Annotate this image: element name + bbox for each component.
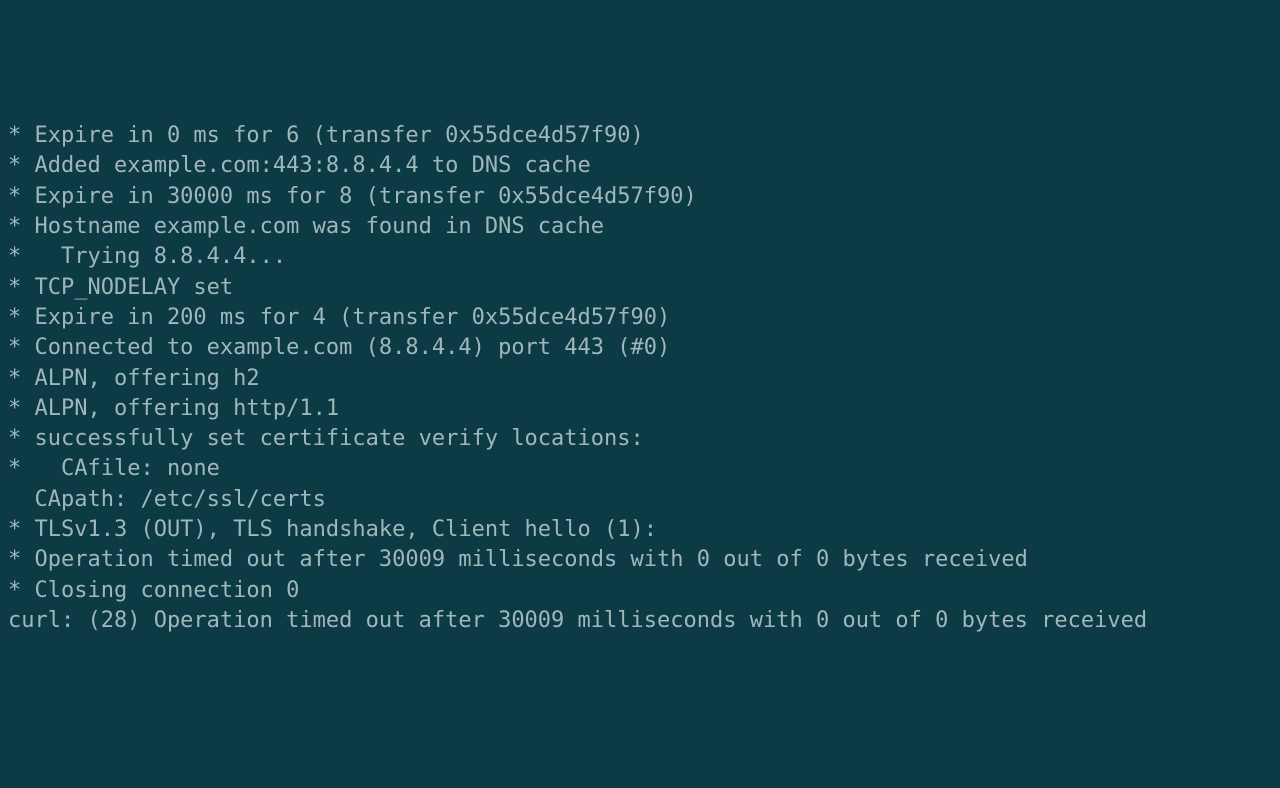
terminal-line: * ALPN, offering http/1.1 [8, 394, 1272, 424]
terminal-line: * TCP_NODELAY set [8, 273, 1272, 303]
terminal-line: * TLSv1.3 (OUT), TLS handshake, Client h… [8, 515, 1272, 545]
terminal-line: curl: (28) Operation timed out after 300… [8, 606, 1272, 636]
terminal-line: * Trying 8.8.4.4... [8, 242, 1272, 272]
terminal-line: * successfully set certificate verify lo… [8, 424, 1272, 454]
terminal-line: * Expire in 30000 ms for 8 (transfer 0x5… [8, 182, 1272, 212]
terminal-line: * ALPN, offering h2 [8, 364, 1272, 394]
terminal-line: * Expire in 0 ms for 6 (transfer 0x55dce… [8, 121, 1272, 151]
terminal-line: * Closing connection 0 [8, 576, 1272, 606]
terminal-line: * Connected to example.com (8.8.4.4) por… [8, 333, 1272, 363]
terminal-line: * Operation timed out after 30009 millis… [8, 545, 1272, 575]
terminal-line: CApath: /etc/ssl/certs [8, 485, 1272, 515]
terminal-output[interactable]: * Expire in 0 ms for 6 (transfer 0x55dce… [8, 121, 1272, 636]
terminal-line: * Hostname example.com was found in DNS … [8, 212, 1272, 242]
terminal-line: * Expire in 200 ms for 4 (transfer 0x55d… [8, 303, 1272, 333]
terminal-line: * CAfile: none [8, 454, 1272, 484]
terminal-line: * Added example.com:443:8.8.4.4 to DNS c… [8, 151, 1272, 181]
